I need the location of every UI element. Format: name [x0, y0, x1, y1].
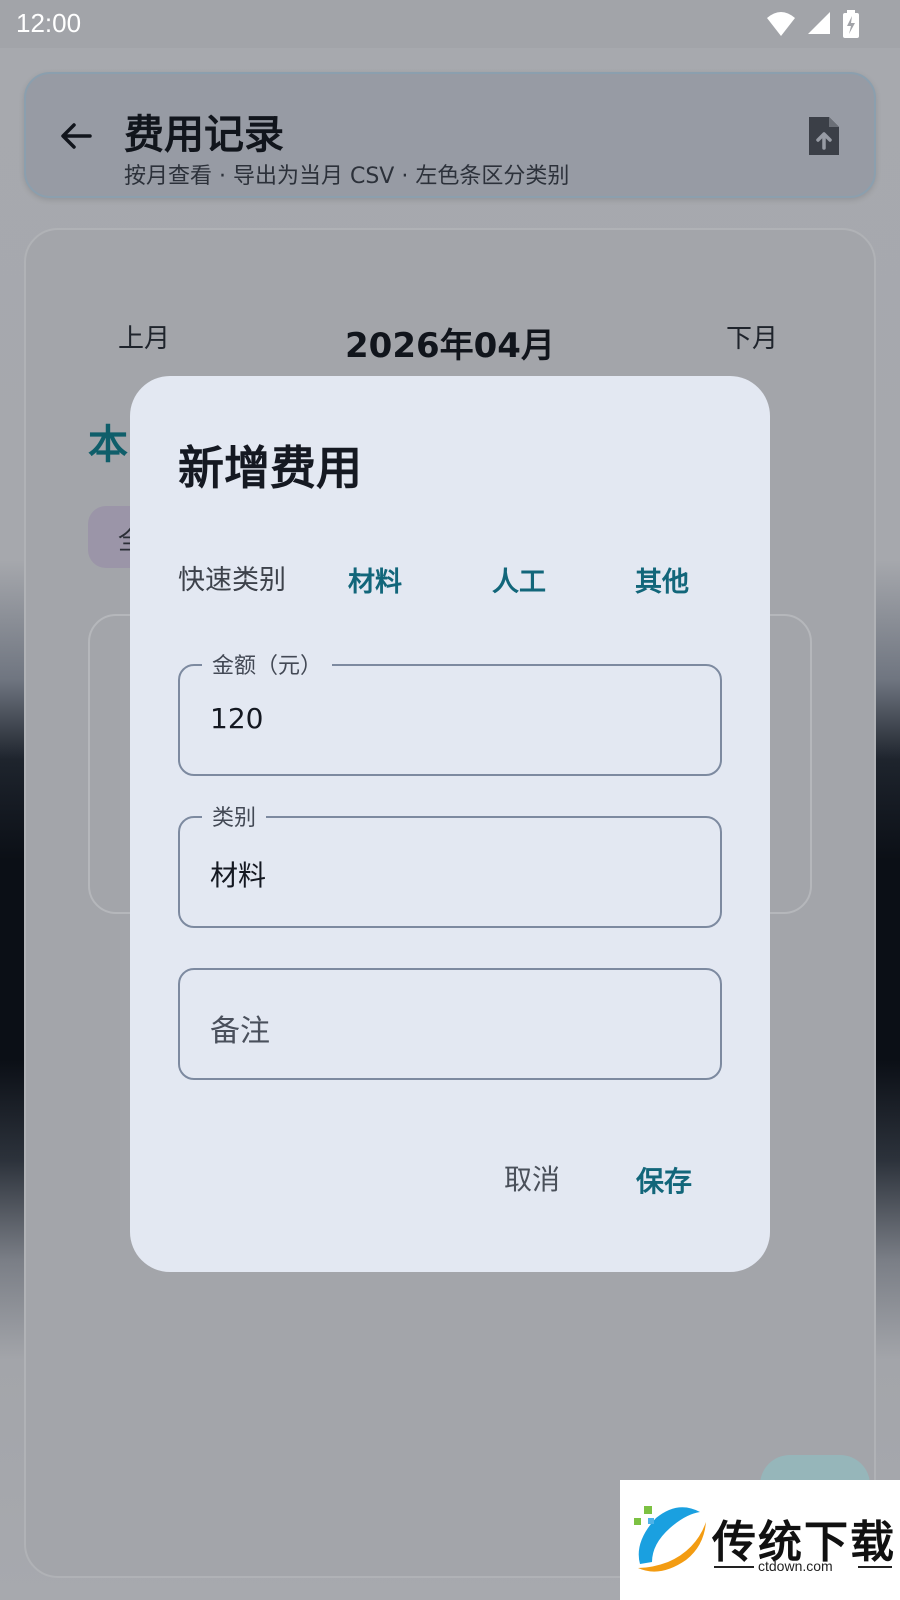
- next-month-button[interactable]: 下月: [726, 318, 778, 355]
- wifi-icon: [767, 12, 795, 36]
- watermark-logo-icon: [634, 1506, 706, 1572]
- watermark: 传统下载 ctdown.com: [620, 1480, 900, 1600]
- quick-category-other-button[interactable]: 其他: [635, 560, 689, 599]
- status-time: 12:00: [16, 8, 82, 38]
- status-bar: 12:00: [0, 0, 900, 48]
- category-input[interactable]: 材料: [210, 854, 690, 894]
- page-subtitle: 按月查看 · 导出为当月 CSV · 左色条区分类别: [124, 164, 570, 189]
- quick-category-materials-button[interactable]: 材料: [348, 560, 402, 599]
- note-input-placeholder[interactable]: 备注: [210, 1006, 270, 1050]
- amount-input[interactable]: 120: [210, 702, 690, 735]
- watermark-divider-right: [858, 1566, 892, 1568]
- watermark-domain: ctdown.com: [758, 1558, 833, 1574]
- add-expense-dialog: 新增费用 快速类别 材料 人工 其他 金额（元） 120 类别 材料 备注 取消…: [130, 376, 770, 1272]
- status-icons: [766, 10, 860, 38]
- app-bar: 费用记录 按月查看 · 导出为当月 CSV · 左色条区分类别: [24, 72, 876, 198]
- summary-heading: 本: [88, 422, 128, 468]
- quick-category-labor-button[interactable]: 人工: [492, 560, 546, 599]
- dialog-title: 新增费用: [178, 441, 362, 495]
- amount-field[interactable]: 金额（元） 120: [178, 648, 722, 776]
- battery-charging-icon: [843, 10, 859, 38]
- back-arrow-icon[interactable]: [56, 116, 96, 156]
- note-field[interactable]: 备注: [178, 968, 722, 1080]
- page-title: 费用记录: [124, 112, 284, 158]
- category-field[interactable]: 类别 材料: [178, 800, 722, 928]
- amount-field-label: 金额（元）: [202, 648, 333, 680]
- watermark-divider-left: [714, 1566, 754, 1568]
- category-field-label: 类别: [202, 800, 267, 832]
- quick-category-label: 快速类别: [178, 565, 286, 596]
- cancel-button[interactable]: 取消: [504, 1158, 560, 1198]
- export-file-icon[interactable]: [806, 114, 842, 158]
- save-button[interactable]: 保存: [636, 1160, 692, 1200]
- signal-icon: [808, 12, 830, 34]
